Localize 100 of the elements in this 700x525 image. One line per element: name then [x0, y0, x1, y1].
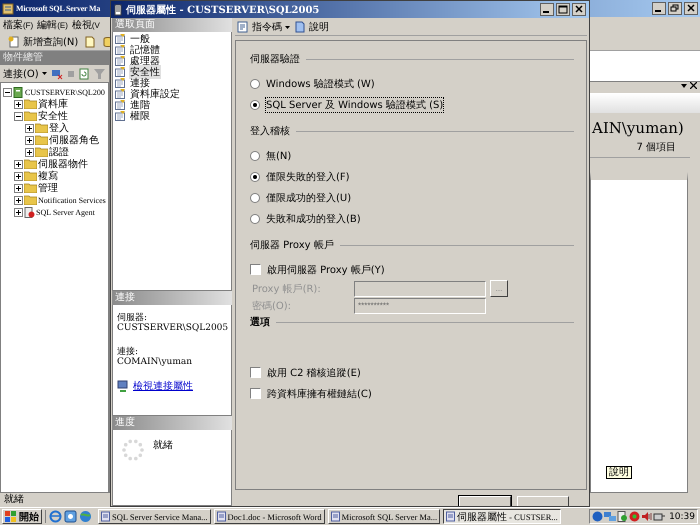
folder-icon: [24, 171, 37, 181]
tooltip: 說明: [606, 466, 632, 479]
page-item[interactable]: 進階: [129, 98, 151, 112]
tree-item[interactable]: 管理: [38, 181, 58, 195]
folder-icon: [24, 159, 37, 169]
checkbox[interactable]: [250, 264, 261, 275]
menu-item[interactable]: 檔案(F): [3, 18, 34, 32]
close-icon[interactable]: [690, 82, 697, 89]
taskbar-button[interactable]: SQL Server Service Mana...: [98, 509, 211, 524]
checkbox[interactable]: [250, 388, 261, 399]
connect-button[interactable]: 連接(O): [3, 66, 47, 80]
field-label: Proxy 帳戶(R):: [251, 282, 322, 296]
summary-heading: AIN\yuman): [590, 118, 685, 137]
expand-icon[interactable]: [14, 160, 23, 168]
radio-label: SQL Server 及 Windows 驗證模式 (S): [266, 98, 444, 112]
server-icon[interactable]: [617, 511, 628, 522]
page-item[interactable]: 資料庫設定: [129, 86, 181, 100]
page-item[interactable]: 處理器: [129, 54, 161, 68]
tree-item[interactable]: Notification Services: [38, 196, 106, 204]
collapse-icon[interactable]: [14, 112, 23, 120]
tree-item[interactable]: 複寫: [38, 169, 58, 183]
new-query-button[interactable]: 新增查詢(N): [8, 34, 78, 48]
page-icon: [115, 110, 126, 120]
folder-icon: [24, 99, 37, 109]
collapse-icon[interactable]: [3, 88, 12, 96]
tree-item[interactable]: 安全性: [38, 109, 68, 123]
windows-logo-icon: [5, 511, 17, 522]
expand-icon[interactable]: [14, 172, 23, 180]
expand-icon[interactable]: [14, 100, 23, 108]
radio-button[interactable]: [250, 78, 260, 88]
query-icon: [8, 36, 20, 48]
tree-item[interactable]: 伺服器角色: [49, 133, 99, 147]
document-icon[interactable]: [84, 36, 96, 48]
radio-button[interactable]: [250, 192, 260, 202]
view-connection-link[interactable]: 檢視連接屬性: [133, 378, 193, 393]
tree-item[interactable]: SQL Server Agent: [36, 208, 95, 216]
section-header: 選取頁面: [112, 18, 232, 32]
group-title: 選項: [250, 316, 270, 329]
agent-icon: [24, 206, 35, 218]
connection-user: COMAIN\yuman: [117, 356, 194, 367]
tree-item[interactable]: 登入: [49, 121, 69, 135]
taskbar-button[interactable]: Doc1.doc - Microsoft Word: [214, 509, 325, 524]
refresh-icon[interactable]: [78, 68, 90, 80]
tree-item[interactable]: 伺服器物件: [38, 157, 88, 171]
app-icon: [101, 511, 110, 522]
folder-icon: [35, 147, 48, 157]
expand-icon[interactable]: [25, 136, 34, 144]
expand-icon[interactable]: [14, 196, 23, 204]
radio-label: 僅限成功的登入(U): [266, 192, 352, 204]
menu-item[interactable]: 編輯(E): [37, 18, 68, 32]
page-icon: [115, 56, 126, 66]
menu-item[interactable]: 檢視(V: [72, 18, 100, 32]
minimize-icon[interactable]: [652, 2, 666, 15]
page-item[interactable]: 權限: [129, 108, 151, 122]
checkbox-label: 啟用伺服器 Proxy 帳戶(Y): [267, 264, 385, 276]
radio-button[interactable]: [250, 172, 260, 182]
taskbar-button[interactable]: 伺服器屬性 - CUSTSER...: [443, 509, 561, 524]
app-icon: [446, 511, 456, 522]
close-icon[interactable]: [684, 2, 698, 15]
restore-icon[interactable]: [668, 2, 682, 15]
start-button[interactable]: 開始: [2, 509, 42, 524]
page-icon: [115, 44, 126, 54]
server-icon: [13, 86, 24, 98]
folder-icon: [24, 183, 37, 193]
radio-label: 失敗和成功的登入(B): [266, 212, 361, 226]
volume-icon[interactable]: [641, 511, 652, 522]
page-item[interactable]: 記憶體: [129, 42, 161, 56]
dropdown-arrow-icon[interactable]: [681, 84, 687, 88]
tree-item[interactable]: CUSTSERVER\SQL200: [25, 88, 105, 96]
radio-label: Windows 驗證模式 (W): [266, 78, 375, 90]
expand-icon[interactable]: [14, 184, 23, 192]
page-item[interactable]: 一般: [129, 32, 151, 46]
taskbar-button[interactable]: Microsoft SQL Server Ma...: [328, 509, 440, 524]
progress-status: 就緒: [153, 438, 173, 453]
connect-icon[interactable]: [50, 68, 63, 80]
tree-item[interactable]: 認證: [49, 145, 69, 159]
help-icon[interactable]: [592, 511, 604, 522]
close-icon[interactable]: [572, 3, 586, 16]
network-icon[interactable]: [604, 511, 616, 522]
window-title: Microsoft SQL Server Ma: [16, 4, 100, 13]
help-icon: [294, 21, 306, 33]
page-item[interactable]: 安全性: [129, 64, 161, 78]
maximize-icon[interactable]: [556, 3, 570, 16]
page-icon: [115, 100, 126, 110]
radio-button[interactable]: [250, 214, 260, 224]
spinner-icon: [121, 438, 145, 462]
tree-item[interactable]: 資料庫: [38, 97, 68, 111]
dropdown-arrow-icon: [285, 26, 290, 28]
expand-icon[interactable]: [25, 124, 34, 132]
help-button[interactable]: 說明: [294, 20, 329, 34]
checkbox[interactable]: [250, 367, 261, 378]
script-button[interactable]: 指令碼: [237, 20, 290, 34]
radio-button[interactable]: [250, 150, 260, 160]
page-item[interactable]: 連接: [129, 76, 151, 90]
minimize-icon[interactable]: [540, 3, 554, 16]
radio-label: 無(N): [266, 150, 292, 162]
expand-icon[interactable]: [14, 208, 23, 216]
script-icon: [237, 21, 249, 33]
expand-icon[interactable]: [25, 148, 34, 156]
radio-button[interactable]: [250, 100, 260, 110]
